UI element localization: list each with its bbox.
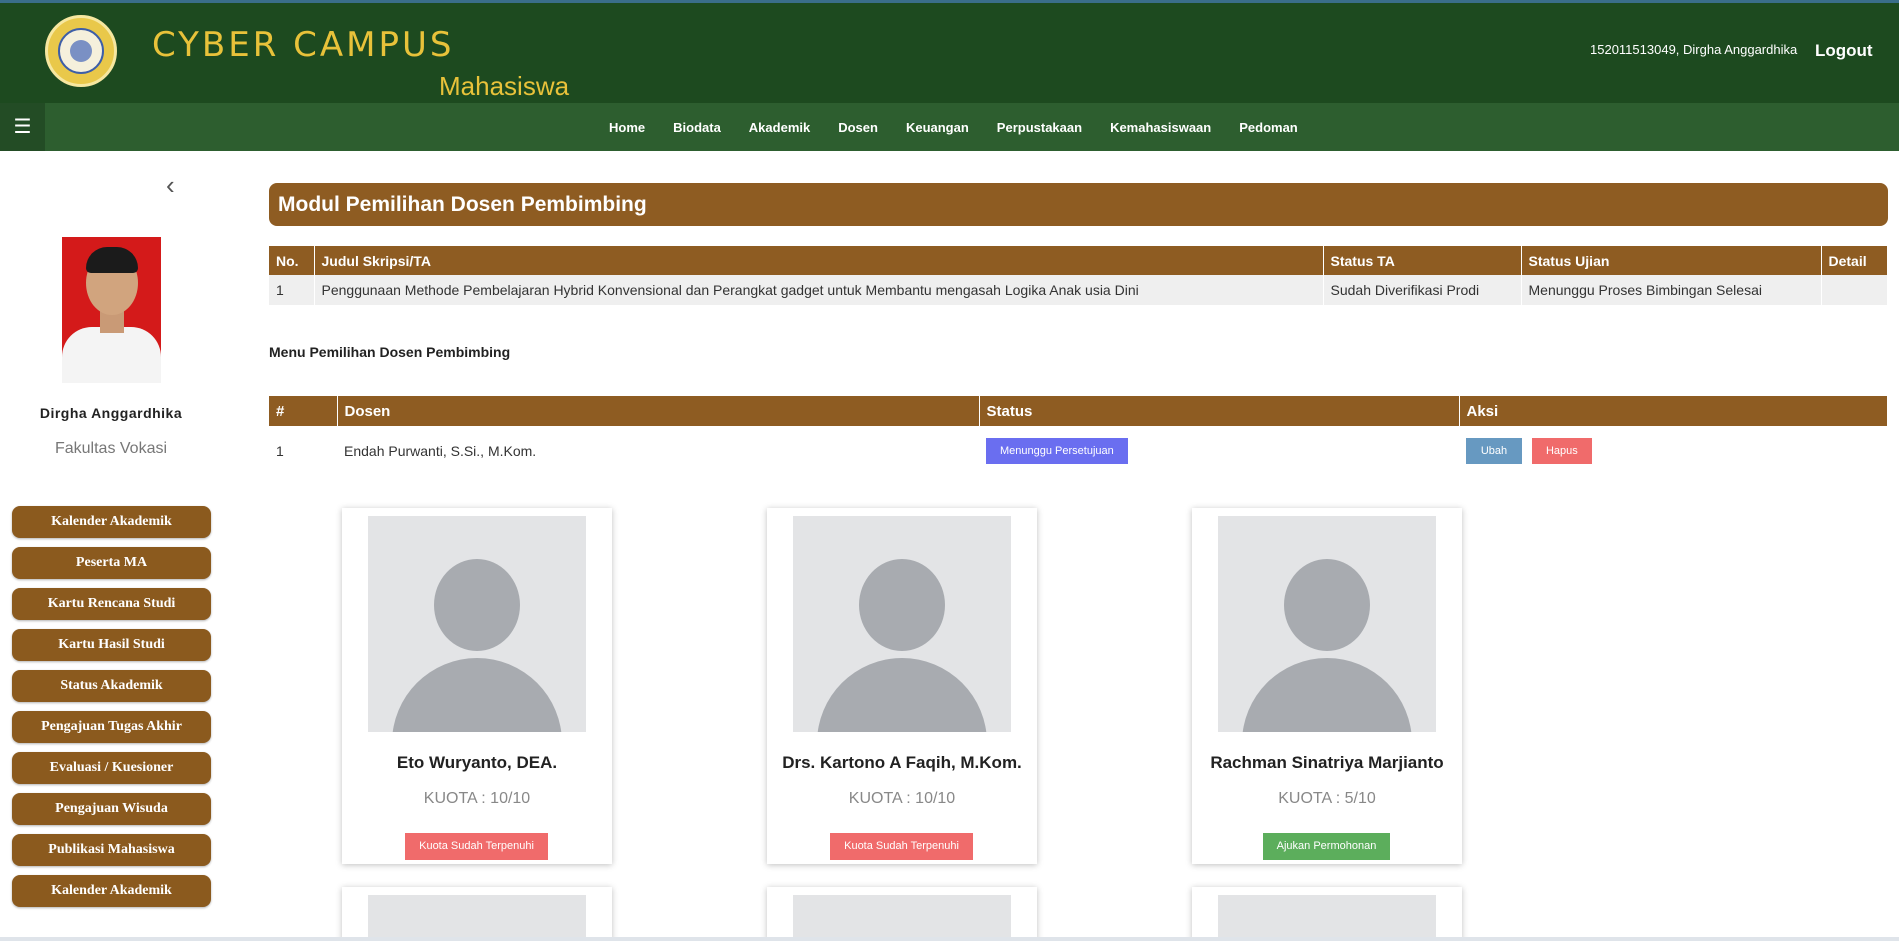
col-judul: Judul Skripsi/TA	[314, 246, 1324, 275]
sidebar-item-peserta-ma[interactable]: Peserta MA	[12, 547, 211, 579]
user-placeholder-icon	[793, 895, 1011, 941]
status-badge: Menunggu Persetujuan	[986, 438, 1128, 464]
user-placeholder-icon	[368, 516, 586, 732]
lecturer-name: Rachman Sinatriya Marjianto	[1210, 753, 1444, 772]
edit-button[interactable]: Ubah	[1466, 438, 1522, 464]
user-placeholder-icon	[1218, 895, 1436, 941]
sidebar-item-kalender-akademik-2[interactable]: Kalender Akademik	[12, 875, 211, 907]
sidebar-item-kartu-rencana-studi[interactable]: Kartu Rencana Studi	[12, 588, 211, 620]
nav-pedoman[interactable]: Pedoman	[1239, 120, 1298, 135]
lecturer-card: Rachman Sinatriya Marjianto KUOTA : 5/10…	[1192, 508, 1462, 864]
university-logo	[45, 15, 117, 87]
header-bar: CYBER CAMPUS Mahasiswa 152011513049, Dir…	[0, 0, 1899, 103]
sidebar-item-publikasi-mahasiswa[interactable]: Publikasi Mahasiswa	[12, 834, 211, 866]
section-label: Menu Pemilihan Dosen Pembimbing	[269, 344, 511, 360]
nav-biodata[interactable]: Biodata	[673, 120, 721, 135]
cell-judul: Penggunaan Methode Pembelajaran Hybrid K…	[314, 275, 1324, 305]
user-info: 152011513049, Dirgha Anggardhika	[1590, 42, 1798, 57]
role-label: Mahasiswa	[439, 71, 570, 101]
logout-link[interactable]: Logout	[1815, 41, 1873, 61]
sidebar-item-pengajuan-tugas-akhir[interactable]: Pengajuan Tugas Akhir	[12, 711, 211, 743]
horizontal-scrollbar[interactable]	[0, 937, 1899, 941]
lecturer-name: Eto Wuryanto, DEA.	[396, 753, 558, 772]
col-status-ujian: Status Ujian	[1521, 246, 1822, 275]
cell-no: 1	[276, 443, 284, 459]
sidebar-item-kartu-hasil-studi[interactable]: Kartu Hasil Studi	[12, 629, 211, 661]
delete-button[interactable]: Hapus	[1531, 438, 1592, 464]
quota-full-button[interactable]: Kuota Sudah Terpenuhi	[405, 833, 548, 860]
chevron-left-icon[interactable]: ‹	[166, 170, 175, 201]
table-row: 1 Penggunaan Methode Pembelajaran Hybrid…	[269, 275, 1888, 305]
user-placeholder-icon	[793, 516, 1011, 732]
apply-request-button[interactable]: Ajukan Permohonan	[1263, 833, 1390, 860]
lecturer-quota: KUOTA : 10/10	[423, 790, 531, 807]
cell-no: 1	[269, 275, 315, 305]
lecturer-card: Eto Wuryanto, DEA. KUOTA : 10/10 Kuota S…	[342, 508, 612, 864]
nav-akademik[interactable]: Akademik	[749, 120, 810, 135]
sidebar-item-evaluasi-kuesioner[interactable]: Evaluasi / Kuesioner	[12, 752, 211, 784]
module-title: Modul Pemilihan Dosen Pembimbing	[269, 183, 1888, 226]
nav-dosen[interactable]: Dosen	[838, 120, 878, 135]
col-dosen: Dosen	[337, 396, 980, 426]
col-detail: Detail	[1821, 246, 1888, 275]
col-hash: #	[269, 396, 338, 426]
table-header-row: # Dosen Status Aksi	[269, 396, 1888, 426]
cell-status: Menunggu Persetujuan	[979, 426, 1459, 476]
cell-status-ta: Sudah Diverifikasi Prodi	[1323, 275, 1522, 305]
table-header-row: No. Judul Skripsi/TA Status TA Status Uj…	[269, 246, 1888, 275]
thesis-table: No. Judul Skripsi/TA Status TA Status Uj…	[269, 246, 1888, 305]
table-row: 1 Endah Purwanti, S.Si., M.Kom. Menunggu…	[269, 426, 1888, 476]
user-placeholder-icon	[368, 895, 586, 941]
col-status: Status	[979, 396, 1460, 426]
lecturer-quota: KUOTA : 5/10	[1278, 790, 1376, 807]
lecturer-card-partial	[767, 887, 1037, 941]
sidebar-menu: Kalender Akademik Peserta MA Kartu Renca…	[12, 506, 211, 916]
main-navbar: ☰ Home Biodata Akademik Dosen Keuangan P…	[0, 103, 1899, 151]
sidebar-item-pengajuan-wisuda[interactable]: Pengajuan Wisuda	[12, 793, 211, 825]
quota-full-button[interactable]: Kuota Sudah Terpenuhi	[830, 833, 973, 860]
cell-dosen: Endah Purwanti, S.Si., M.Kom.	[344, 443, 537, 459]
sidebar-item-status-akademik[interactable]: Status Akademik	[12, 670, 211, 702]
nav-kemahasiswaan[interactable]: Kemahasiswaan	[1110, 120, 1211, 135]
nav-perpustakaan[interactable]: Perpustakaan	[997, 120, 1082, 135]
faculty-label: Fakultas Vokasi	[54, 440, 168, 457]
hamburger-menu-icon[interactable]: ☰	[0, 103, 45, 151]
brand-title: CYBER CAMPUS	[152, 25, 455, 65]
nav-menu: Home Biodata Akademik Dosen Keuangan Per…	[595, 103, 1312, 151]
student-name: Dirgha Anggardhika	[39, 405, 183, 421]
dosen-table: # Dosen Status Aksi 1 Endah Purwanti, S.…	[269, 396, 1888, 476]
sidebar-item-kalender-akademik[interactable]: Kalender Akademik	[12, 506, 211, 538]
lecturer-card: Drs. Kartono A Faqih, M.Kom. KUOTA : 10/…	[767, 508, 1037, 864]
col-status-ta: Status TA	[1323, 246, 1522, 275]
lecturer-quota: KUOTA : 10/10	[848, 790, 956, 807]
lecturer-name: Drs. Kartono A Faqih, M.Kom.	[782, 753, 1022, 772]
col-aksi: Aksi	[1459, 396, 1888, 426]
user-placeholder-icon	[1218, 516, 1436, 732]
cell-aksi: Ubah Hapus	[1459, 426, 1888, 476]
col-no: No.	[269, 246, 315, 275]
lecturer-card-partial	[1192, 887, 1462, 941]
nav-home[interactable]: Home	[609, 120, 645, 135]
cell-status-ujian: Menunggu Proses Bimbingan Selesai	[1521, 275, 1822, 305]
lecturer-card-partial	[342, 887, 612, 941]
student-photo	[62, 237, 161, 383]
cell-detail[interactable]	[1821, 275, 1888, 305]
nav-keuangan[interactable]: Keuangan	[906, 120, 969, 135]
